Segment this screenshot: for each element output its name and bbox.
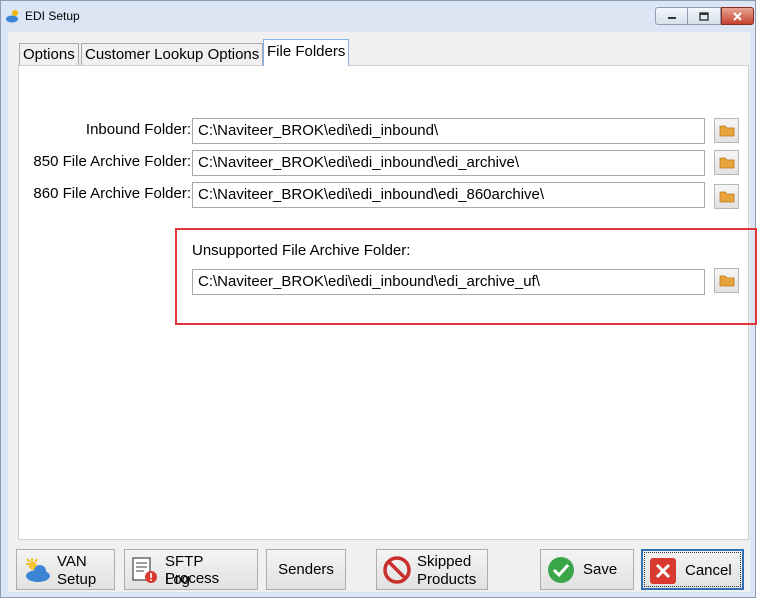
sftp-line2: Log — [165, 571, 191, 588]
skipped-line2: Products — [417, 571, 477, 588]
save-button[interactable]: Save — [540, 549, 634, 590]
dialog-client: Options Customer Lookup Options File Fol… — [8, 32, 757, 592]
skipped-line1: Skipped — [417, 553, 472, 570]
cancel-label: Cancel — [685, 562, 732, 579]
no-entry-icon — [383, 556, 411, 584]
van-setup-line1: VAN — [57, 553, 87, 570]
folder-icon — [719, 125, 734, 137]
checkmark-icon — [548, 557, 574, 583]
unsupported-folder-label: Unsupported File Archive Folder: — [192, 242, 411, 259]
folder-icon — [719, 157, 734, 169]
archive-860-folder-browse-button[interactable] — [714, 184, 739, 209]
edi-setup-window: EDI Setup Options Customer Lookup Option… — [0, 0, 757, 598]
van-setup-line2: Setup — [57, 571, 97, 588]
archive-860-folder-label: 860 File Archive Folder: — [33, 185, 191, 202]
archive-850-folder-browse-button[interactable] — [714, 150, 739, 175]
minimize-button[interactable] — [655, 7, 688, 25]
cloud-sun-icon — [26, 558, 50, 582]
tab-customer-lookup-options[interactable]: Customer Lookup Options — [81, 43, 264, 65]
tab-label: Customer Lookup Options — [85, 46, 260, 63]
skipped-products-button[interactable]: Skipped Products — [376, 549, 488, 590]
maximize-icon — [699, 11, 709, 21]
cancel-button[interactable]: Cancel — [641, 549, 744, 590]
file-folders-panel: Inbound Folder: C:\Naviteer_BROK\edi\edi… — [18, 65, 757, 540]
tab-file-folders[interactable]: File Folders — [263, 39, 350, 66]
senders-label: Senders — [278, 561, 334, 578]
inbound-folder-browse-button[interactable] — [714, 118, 739, 143]
cancel-x-icon — [650, 558, 676, 584]
unsupported-folder-browse-button[interactable] — [714, 268, 739, 293]
save-label: Save — [583, 561, 618, 578]
close-button[interactable] — [721, 7, 754, 25]
inbound-folder-label: Inbound Folder: — [85, 121, 191, 138]
tab-options[interactable]: Options — [19, 43, 79, 65]
folder-icon — [719, 191, 734, 203]
folder-icon — [719, 275, 734, 287]
archive-850-folder-input[interactable]: C:\Naviteer_BROK\edi\edi_inbound\edi_arc… — [192, 150, 705, 176]
archive-850-folder-label: 850 File Archive Folder: — [33, 153, 191, 170]
minimize-icon — [667, 17, 676, 19]
inbound-folder-input[interactable]: C:\Naviteer_BROK\edi\edi_inbound\ — [192, 118, 705, 144]
close-icon — [733, 11, 742, 21]
senders-button[interactable]: Senders — [266, 549, 346, 590]
log-warning-icon — [132, 557, 157, 583]
maximize-button[interactable] — [688, 7, 721, 25]
van-setup-button[interactable]: VAN Setup — [16, 549, 115, 590]
sftp-process-log-button[interactable]: SFTP Process Log — [124, 549, 258, 590]
window-title: EDI Setup — [25, 9, 80, 23]
unsupported-folder-input[interactable]: C:\Naviteer_BROK\edi\edi_inbound\edi_arc… — [192, 269, 705, 295]
tab-label: File Folders — [267, 43, 346, 60]
tab-label: Options — [23, 46, 75, 63]
cloud-sun-icon — [6, 10, 18, 23]
archive-860-folder-input[interactable]: C:\Naviteer_BROK\edi\edi_inbound\edi_860… — [192, 182, 705, 208]
title-bar[interactable]: EDI Setup — [1, 1, 755, 31]
